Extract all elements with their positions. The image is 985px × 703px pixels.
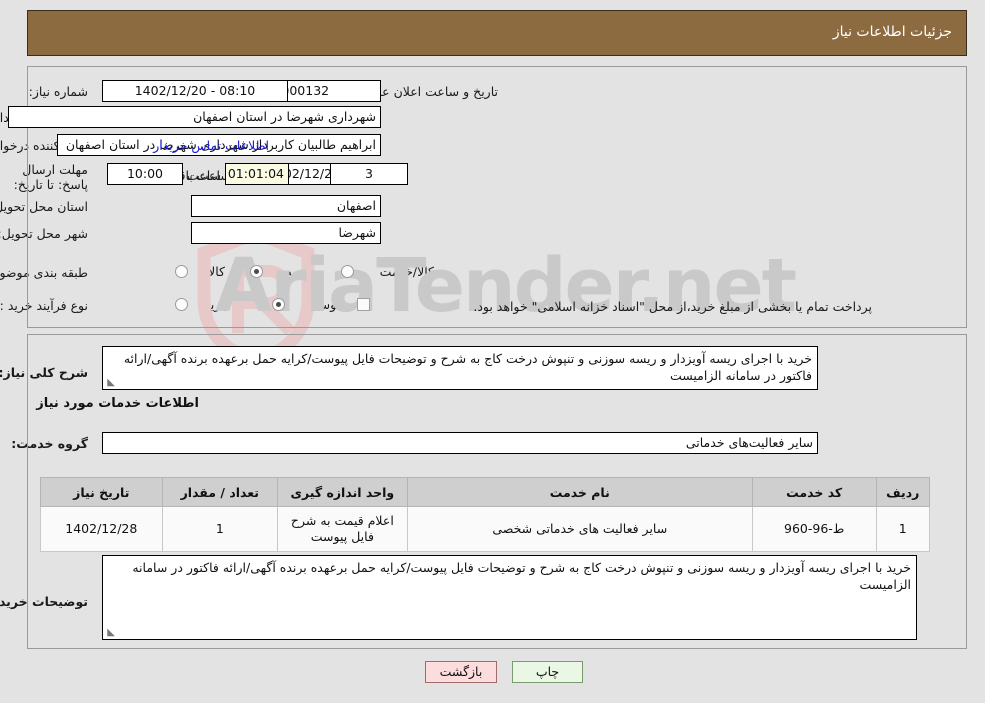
radio-purchase-motevaset[interactable] bbox=[272, 298, 285, 311]
cell-service-name: سایر فعالیت های خدماتی شخصی bbox=[406, 506, 753, 552]
table-header-row: ردیف کد خدمت نام خدمت واحد اندازه گیری ت… bbox=[40, 477, 931, 507]
service-group-value: سایر فعالیت‌های خدماتی bbox=[102, 432, 818, 454]
buyer-remarks-textarea[interactable]: خرید با اجرای ریسه آویزدار و ریسه سوزنی … bbox=[102, 555, 917, 640]
print-button[interactable]: چاپ bbox=[512, 661, 583, 683]
back-button[interactable]: بازگشت bbox=[425, 661, 497, 683]
cell-qty: 1 bbox=[161, 506, 279, 552]
deadline-days-value: 3 bbox=[330, 163, 408, 185]
announce-datetime-value: 08:10 - 1402/12/20 bbox=[102, 80, 288, 102]
col-radif: ردیف bbox=[875, 477, 931, 507]
radio-purchase-jozee[interactable] bbox=[175, 298, 188, 311]
col-unit: واحد اندازه گیری bbox=[277, 477, 408, 507]
cell-need-date: 1402/12/28 bbox=[40, 506, 163, 552]
general-desc-textarea[interactable]: خرید با اجرای ریسه آویزدار و ریسه سوزنی … bbox=[102, 346, 818, 390]
deadline-time-value: 10:00 bbox=[107, 163, 183, 185]
resize-grip-icon[interactable]: ◣ bbox=[105, 378, 115, 388]
table-row: 1 ط-96-960 سایر فعالیت های خدماتی شخصی ا… bbox=[40, 506, 931, 552]
province-value: اصفهان bbox=[191, 195, 381, 217]
page-root: AriaTender.net جزئیات اطلاعات نیاز شماره… bbox=[0, 0, 985, 703]
radio-category-kala[interactable] bbox=[175, 265, 188, 278]
buyer-contact-link[interactable]: اطلاعات تماس خریدار bbox=[153, 138, 269, 153]
page-title: جزئیات اطلاعات نیاز bbox=[832, 24, 952, 40]
radio-category-khedmat[interactable] bbox=[250, 265, 263, 278]
cell-radif: 1 bbox=[875, 506, 931, 552]
treasury-note-text: پرداخت تمام یا بخشی از مبلغ خرید،از محل … bbox=[473, 299, 872, 314]
col-service-name: نام خدمت bbox=[406, 477, 753, 507]
treasury-note-checkbox[interactable] bbox=[357, 298, 370, 311]
city-value: شهرضا bbox=[191, 222, 381, 244]
needed-services-table: ردیف کد خدمت نام خدمت واحد اندازه گیری ت… bbox=[40, 477, 931, 552]
page-header-bar: جزئیات اطلاعات نیاز bbox=[27, 10, 967, 56]
radio-category-kala-khedmat[interactable] bbox=[341, 265, 354, 278]
cell-service-code: ط-96-960 bbox=[751, 506, 877, 552]
buyer-remarks-value: خرید با اجرای ریسه آویزدار و ریسه سوزنی … bbox=[132, 560, 911, 592]
col-need-date: تاریخ نیاز bbox=[40, 477, 163, 507]
buyer-org-value: شهرداری شهرضا در استان اصفهان bbox=[8, 106, 381, 128]
col-qty: تعداد / مقدار bbox=[161, 477, 279, 507]
cell-unit: اعلام قیمت به شرح فایل پیوست bbox=[277, 506, 408, 552]
resize-grip-icon-2[interactable]: ◣ bbox=[105, 628, 115, 638]
deadline-countdown-value: 01:01:04 bbox=[225, 163, 289, 185]
general-desc-value: خرید با اجرای ریسه آویزدار و ریسه سوزنی … bbox=[123, 351, 812, 383]
col-service-code: کد خدمت bbox=[751, 477, 877, 507]
